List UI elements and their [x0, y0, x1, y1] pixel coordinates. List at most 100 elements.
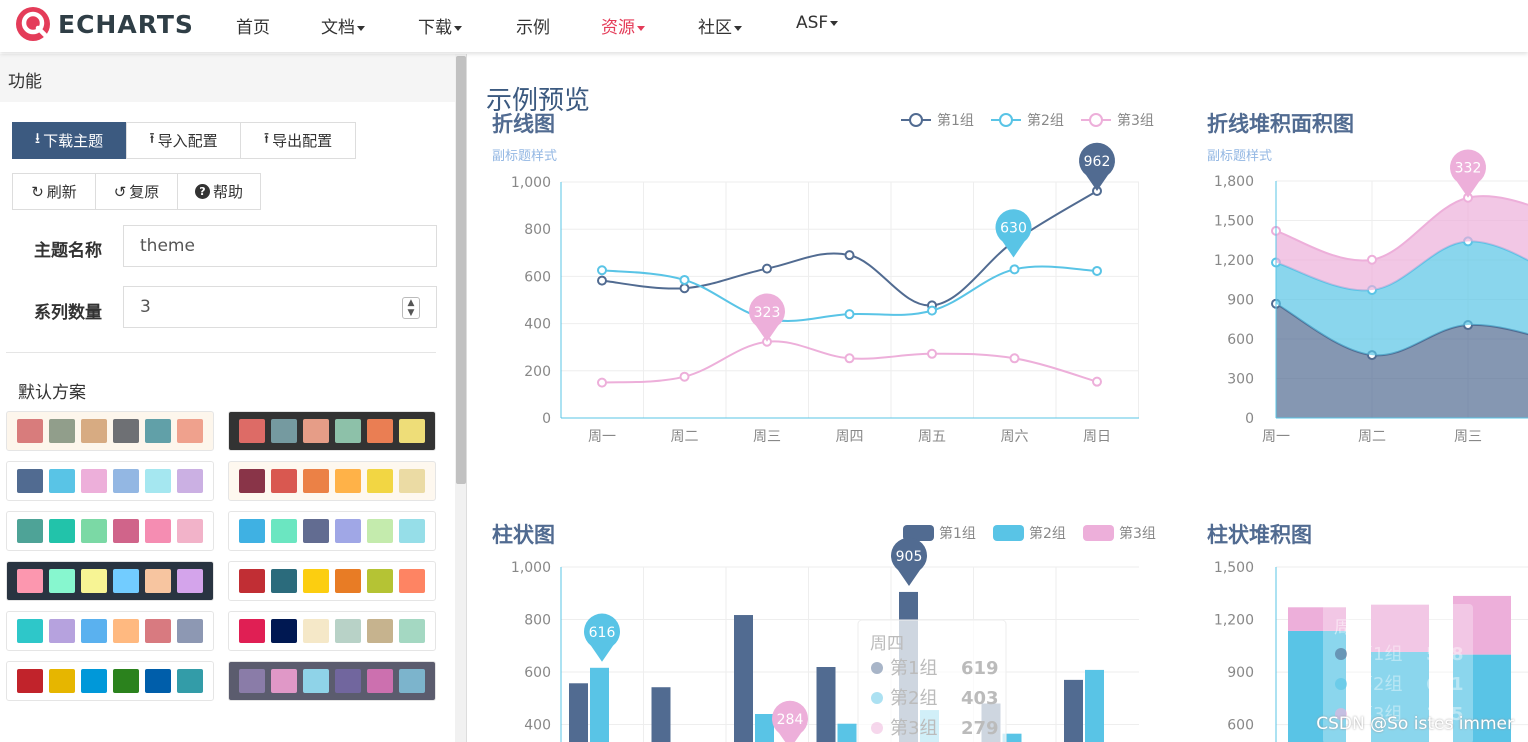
- nav-item-0[interactable]: 首页: [236, 13, 270, 38]
- import-config-button[interactable]: ⭱ 导入配置: [126, 122, 241, 159]
- color-swatch: [49, 569, 75, 593]
- top-navbar: ECHARTS 首页 文档 下载 示例 资源 社区 ASF: [0, 0, 1528, 52]
- legend-label: 第1组: [937, 112, 974, 129]
- chart2-y-tick: 1,800: [1214, 174, 1254, 190]
- chart1-markpoint-2-label: 630: [1000, 221, 1027, 237]
- preset-theme-card[interactable]: [6, 511, 214, 551]
- color-swatch: [239, 469, 265, 493]
- nav-item-label: 示例: [516, 18, 550, 38]
- color-swatch: [335, 519, 361, 543]
- chart1-point: [679, 274, 690, 285]
- echarts-logo[interactable]: ECHARTS: [14, 4, 194, 44]
- chart2-y-tick: 300: [1227, 372, 1254, 388]
- legend-swatch-icon: [993, 525, 1024, 541]
- download-theme-button[interactable]: ⭳ 下载主题: [12, 122, 126, 159]
- svg-text:ECHARTS: ECHARTS: [58, 10, 194, 39]
- nav-item-5[interactable]: 社区: [698, 13, 742, 38]
- chart1-point: [762, 263, 772, 274]
- nav-item-6[interactable]: ASF: [796, 13, 839, 33]
- nav-item-label: 资源: [601, 18, 635, 38]
- question-icon: ?: [194, 184, 210, 199]
- color-swatch: [303, 419, 329, 443]
- preset-theme-card[interactable]: [6, 561, 214, 601]
- nav-item-2[interactable]: 下载: [418, 13, 462, 38]
- color-swatch: [113, 519, 139, 543]
- color-swatch: [81, 519, 107, 543]
- chart3-bar: [755, 714, 774, 742]
- scrollbar-thumb[interactable]: [456, 56, 466, 484]
- chart4-tooltip-dot: [1335, 678, 1347, 690]
- chart1-point: [844, 309, 855, 320]
- chart4-y-tick: 900: [1227, 665, 1254, 681]
- legend-marker-icon: [909, 113, 923, 127]
- chart4-tooltip-value: 528: [1426, 644, 1464, 665]
- watermark: CSDN @So istes immer: [1316, 714, 1514, 734]
- color-swatch: [367, 519, 393, 543]
- color-swatch: [81, 469, 107, 493]
- export-config-button[interactable]: ⭱ 导出配置: [240, 122, 356, 159]
- color-swatch: [271, 519, 297, 543]
- preset-theme-card[interactable]: [6, 611, 214, 651]
- chart2-x-tick: 周二: [1358, 429, 1386, 445]
- sidebar-scrollbar[interactable]: [455, 54, 466, 742]
- preset-theme-card[interactable]: [228, 611, 436, 651]
- chart2-x-tick: 周三: [1454, 429, 1482, 445]
- color-swatch: [367, 619, 393, 643]
- reset-button[interactable]: ↺ 复原: [95, 173, 178, 210]
- preset-theme-card[interactable]: [228, 561, 436, 601]
- chart1-x-tick: 周六: [1001, 429, 1029, 445]
- chart4-tooltip-title: 周一: [1334, 618, 1368, 638]
- color-swatch: [335, 419, 361, 443]
- preset-theme-card[interactable]: [228, 461, 436, 501]
- color-swatch: [271, 469, 297, 493]
- help-button[interactable]: ? 帮助: [177, 173, 261, 210]
- theme-name-input[interactable]: theme: [123, 225, 437, 267]
- undo-icon: ↺: [113, 182, 127, 201]
- color-swatch: [177, 619, 203, 643]
- preset-theme-card[interactable]: [228, 511, 436, 551]
- color-swatch: [399, 419, 425, 443]
- chart3-markpoint-2-label: 616: [589, 625, 616, 641]
- series-count-input[interactable]: 3 ▲ ▼: [123, 286, 437, 328]
- color-swatch: [177, 669, 203, 693]
- preset-theme-card[interactable]: [6, 411, 214, 451]
- nav-item-label: 下载: [418, 18, 452, 38]
- chart3-bar: [837, 723, 857, 742]
- refresh-button[interactable]: ↻ 刷新: [12, 173, 96, 210]
- chart3-bar: [569, 683, 588, 742]
- chart3-tooltip-dot: [871, 692, 883, 704]
- chart3-bar: [816, 667, 836, 742]
- legend-label: 第1组: [939, 525, 976, 542]
- sidebar-title: 功能: [8, 72, 42, 92]
- preset-theme-card[interactable]: [6, 661, 214, 701]
- color-swatch: [177, 519, 203, 543]
- number-stepper[interactable]: ▲ ▼: [402, 297, 420, 319]
- preset-theme-card[interactable]: [6, 461, 214, 501]
- chart2-markpoint-label: 332: [1455, 161, 1482, 177]
- chart3-y-tick: 1,000: [511, 560, 551, 576]
- color-swatch: [113, 569, 139, 593]
- color-swatch: [271, 669, 297, 693]
- chart3-tooltip-value: 279: [961, 718, 999, 739]
- chart3-tooltip-dot: [871, 722, 883, 734]
- divider: [6, 352, 436, 353]
- color-swatch: [239, 519, 265, 543]
- chart1-markpoint-1-label: 962: [1084, 154, 1111, 170]
- chart4-tooltip-dot: [1335, 648, 1347, 660]
- nav-item-1[interactable]: 文档: [321, 13, 365, 38]
- color-swatch: [113, 619, 139, 643]
- chart3-tooltip-name: 第1组: [890, 658, 937, 679]
- chart1-y-tick: 400: [524, 317, 551, 333]
- preset-theme-card[interactable]: [228, 411, 436, 451]
- color-swatch: [239, 569, 265, 593]
- color-swatch: [49, 669, 75, 693]
- nav-item-3[interactable]: 示例: [516, 13, 550, 38]
- color-swatch: [49, 519, 75, 543]
- color-swatch: [367, 569, 393, 593]
- nav-item-4[interactable]: 资源: [601, 13, 645, 38]
- chart2-y-tick: 600: [1227, 332, 1254, 348]
- chart1-x-tick: 周一: [588, 429, 616, 445]
- preset-theme-card[interactable]: [228, 661, 436, 701]
- chart1-y-tick: 0: [542, 411, 551, 427]
- chart1-point: [927, 305, 937, 316]
